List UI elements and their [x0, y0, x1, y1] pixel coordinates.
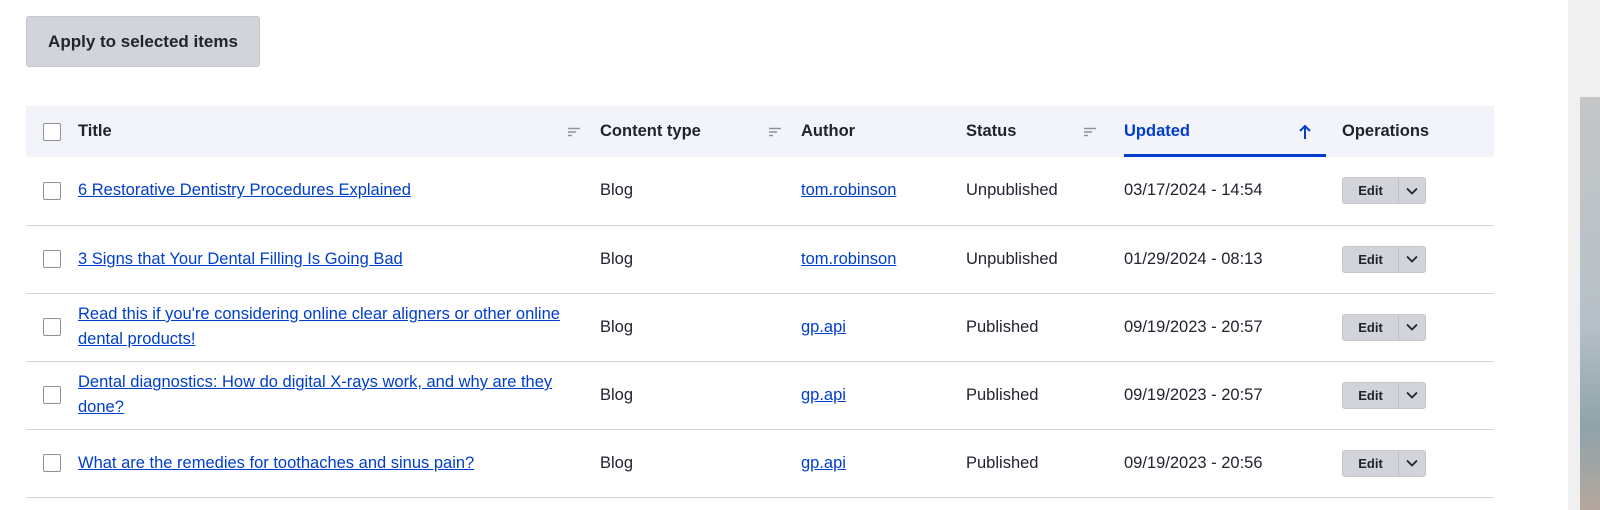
operations-dropbutton: Edit [1342, 449, 1494, 477]
table-row: What are the remedies for toothaches and… [26, 429, 1494, 497]
content-type-cell: Blog [600, 385, 634, 404]
status-cell: Published [966, 385, 1039, 404]
column-content-type-label: Content type [600, 122, 701, 140]
column-author-label: Author [801, 122, 856, 140]
operations-dropbutton: Edit [1342, 177, 1494, 205]
scrollbar-thumb[interactable] [1580, 97, 1600, 510]
edit-button[interactable]: Edit [1342, 177, 1398, 205]
operations-toggle-button[interactable] [1398, 381, 1426, 409]
operations-dropbutton: Edit [1342, 245, 1494, 273]
column-header-title[interactable]: Title [78, 106, 600, 157]
chevron-down-icon [1406, 323, 1418, 331]
content-title-link[interactable]: 3 Signs that Your Dental Filling Is Goin… [78, 247, 600, 272]
chevron-down-icon [1406, 255, 1418, 263]
content-table: Title Content type Author Status Updated… [26, 106, 1494, 498]
table-row: 3 Signs that Your Dental Filling Is Goin… [26, 225, 1494, 293]
content-title-link[interactable]: Dental diagnostics: How do digital X-ray… [78, 370, 600, 420]
content-type-cell: Blog [600, 249, 634, 268]
row-checkbox[interactable] [43, 454, 61, 473]
arrow-up-icon[interactable] [1298, 124, 1312, 140]
updated-cell: 01/29/2024 - 08:13 [1124, 249, 1263, 268]
column-header-content-type[interactable]: Content type [600, 106, 801, 157]
author-link[interactable]: gp.api [801, 318, 846, 336]
edit-button[interactable]: Edit [1342, 245, 1398, 273]
operations-dropbutton: Edit [1342, 381, 1494, 409]
column-updated-label: Updated [1124, 122, 1190, 140]
author-link[interactable]: tom.robinson [801, 181, 896, 199]
status-cell: Unpublished [966, 249, 1058, 268]
vertical-scrollbar[interactable] [1568, 0, 1600, 510]
content-type-cell: Blog [600, 453, 634, 472]
operations-toggle-button[interactable] [1398, 245, 1426, 273]
status-cell: Published [966, 317, 1039, 336]
status-cell: Published [966, 453, 1039, 472]
operations-toggle-button[interactable] [1398, 449, 1426, 477]
table-row: 6 Restorative Dentistry Procedures Expla… [26, 157, 1494, 225]
row-checkbox[interactable] [43, 250, 61, 269]
content-title-link[interactable]: Read this if you're considering online c… [78, 302, 600, 352]
table-header-row: Title Content type Author Status Updated… [26, 106, 1494, 157]
row-checkbox[interactable] [43, 318, 61, 337]
row-checkbox[interactable] [43, 181, 61, 200]
row-checkbox[interactable] [43, 386, 61, 405]
content-type-cell: Blog [600, 317, 634, 336]
operations-toggle-button[interactable] [1398, 177, 1426, 205]
table-row: Read this if you're considering online c… [26, 293, 1494, 361]
content-type-cell: Blog [600, 181, 634, 200]
sort-icon[interactable] [568, 127, 580, 137]
chevron-down-icon [1406, 391, 1418, 399]
edit-button[interactable]: Edit [1342, 449, 1398, 477]
author-link[interactable]: tom.robinson [801, 250, 896, 268]
status-cell: Unpublished [966, 181, 1058, 200]
active-sort-underline [1124, 154, 1326, 157]
operations-dropbutton: Edit [1342, 313, 1494, 341]
column-header-author: Author [801, 106, 966, 157]
updated-cell: 09/19/2023 - 20:57 [1124, 317, 1263, 336]
chevron-down-icon [1406, 187, 1418, 195]
column-status-label: Status [966, 122, 1017, 140]
column-header-updated[interactable]: Updated [1124, 106, 1342, 157]
updated-cell: 09/19/2023 - 20:57 [1124, 385, 1263, 404]
column-header-operations: Operations [1342, 106, 1494, 157]
edit-button[interactable]: Edit [1342, 313, 1398, 341]
edit-button[interactable]: Edit [1342, 381, 1398, 409]
author-link[interactable]: gp.api [801, 454, 846, 472]
author-link[interactable]: gp.api [801, 386, 846, 404]
select-all-checkbox[interactable] [43, 122, 61, 141]
sort-icon[interactable] [1084, 127, 1096, 137]
chevron-down-icon [1406, 459, 1418, 467]
operations-toggle-button[interactable] [1398, 313, 1426, 341]
column-title-label: Title [78, 122, 112, 140]
apply-to-selected-button[interactable]: Apply to selected items [26, 16, 260, 67]
sort-icon[interactable] [769, 127, 781, 137]
column-header-status[interactable]: Status [966, 106, 1124, 157]
updated-cell: 03/17/2024 - 14:54 [1124, 181, 1263, 200]
content-title-link[interactable]: What are the remedies for toothaches and… [78, 451, 600, 476]
updated-cell: 09/19/2023 - 20:56 [1124, 453, 1263, 472]
table-row: Dental diagnostics: How do digital X-ray… [26, 361, 1494, 429]
content-title-link[interactable]: 6 Restorative Dentistry Procedures Expla… [78, 178, 600, 203]
column-operations-label: Operations [1342, 122, 1430, 140]
